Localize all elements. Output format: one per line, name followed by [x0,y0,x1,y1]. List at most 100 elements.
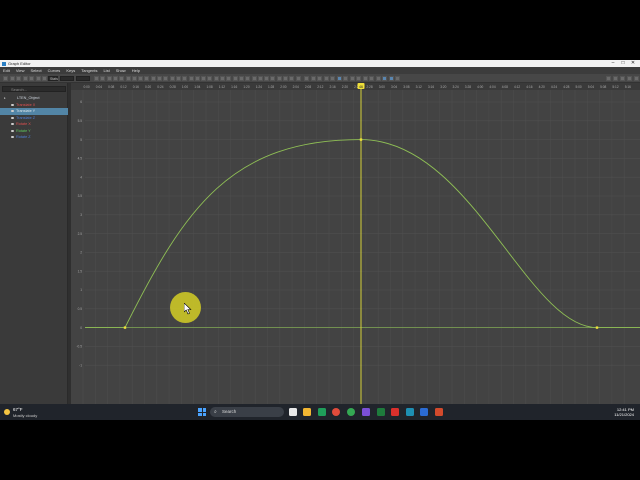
toolbar-button[interactable] [317,76,322,81]
toolbar-button[interactable] [106,76,112,81]
toolbar-button[interactable] [349,76,355,81]
file-explorer-icon[interactable] [303,408,311,416]
visibility-icon[interactable] [11,110,14,112]
toolbar-button[interactable] [42,76,47,81]
chrome-icon[interactable] [332,408,340,416]
toolbar-button[interactable] [634,76,639,81]
toolbar-button[interactable] [188,76,194,81]
toolbar-button[interactable] [169,76,175,81]
toolbar-button[interactable] [150,76,156,81]
toolbar-button[interactable] [112,76,118,81]
taskbar-search[interactable]: ⌕ Search [210,407,284,417]
menu-select[interactable]: Select [31,68,42,73]
toolbar-button[interactable] [175,76,181,81]
toolbar-button[interactable] [336,76,342,81]
toolbar-button[interactable] [220,76,225,81]
toolbar-button[interactable] [238,76,244,81]
toolbar-button[interactable] [163,76,169,81]
outliner-channel[interactable]: Rotate Z [0,134,68,141]
value-field[interactable] [60,76,74,81]
toolbar-button[interactable] [613,76,618,81]
menu-help[interactable]: Help [132,68,140,73]
menu-edit[interactable]: Edit [3,68,10,73]
close-icon[interactable]: ✕ [628,60,638,67]
windows-start-icon[interactable] [198,408,206,416]
system-clock[interactable]: 12:41 PM 11/21/2024 [614,407,634,417]
menu-curves[interactable]: Curves [48,68,61,73]
toolbar-button[interactable] [270,76,276,81]
toolbar-button[interactable] [157,76,162,81]
maximize-icon[interactable]: □ [618,60,628,67]
toolbar-button[interactable] [289,76,295,81]
word-icon[interactable] [420,408,428,416]
value-field[interactable] [76,76,90,81]
menu-list[interactable]: List [103,68,109,73]
toolbar-button[interactable] [276,76,282,81]
visibility-icon[interactable] [11,116,14,119]
toolbar-button[interactable] [138,76,144,81]
toolbar-button[interactable] [362,76,368,81]
toolbar-button[interactable] [125,76,131,81]
toolbar-button[interactable] [257,76,263,81]
toolbar-button[interactable] [226,76,232,81]
toolbar-button[interactable] [620,76,625,81]
toolbar-button[interactable] [207,76,213,81]
toolbar-button[interactable] [283,76,288,81]
toolbar-button[interactable] [9,76,15,81]
toolbar-button[interactable] [343,76,348,81]
visibility-icon[interactable] [11,123,14,125]
keyframe[interactable] [123,326,127,329]
keyframe[interactable] [359,138,363,141]
toolbar-button[interactable] [395,76,400,81]
toolbar-button[interactable] [606,76,611,81]
toolbar-button[interactable] [29,76,34,81]
toolbar-button[interactable] [388,76,394,81]
menu-keys[interactable]: Keys [66,68,75,73]
excel-icon[interactable] [377,408,385,416]
toolbar-button[interactable] [251,76,257,81]
acrobat-icon[interactable] [391,408,399,416]
toolbar-button[interactable] [3,76,8,81]
menu-tangents[interactable]: Tangents [81,68,97,73]
maya-icon[interactable] [406,408,414,416]
browser-icon[interactable] [347,408,355,416]
toolbar-button[interactable] [201,76,207,81]
powerpoint-icon[interactable] [435,408,443,416]
toolbar-button[interactable] [22,76,28,81]
toolbar-button[interactable] [194,76,200,81]
toolbar-button[interactable] [330,76,335,81]
menu-view[interactable]: View [16,68,25,73]
toolbar-button[interactable] [323,76,329,81]
minimize-icon[interactable]: – [608,60,618,67]
toolbar-button[interactable] [310,76,316,81]
toolbar-button[interactable] [375,76,381,81]
toolbar-button[interactable] [144,76,150,81]
task-view-icon[interactable] [289,408,297,416]
visibility-icon[interactable] [11,103,14,106]
toolbar-button[interactable] [295,76,301,81]
toolbar-button[interactable] [213,76,219,81]
visibility-icon[interactable] [11,136,14,138]
toolbar-button[interactable] [94,76,99,81]
menu-show[interactable]: Show [116,68,126,73]
toolbar-button[interactable] [304,76,309,81]
toolbar-button[interactable] [356,76,361,81]
toolbar-button[interactable] [264,76,270,81]
toolbar-button[interactable] [627,76,632,81]
toolbar-button[interactable] [100,76,106,81]
toolbar-button[interactable] [35,76,41,81]
toolbar-button[interactable] [369,76,374,81]
toolbar-button[interactable] [16,76,21,81]
curve-graph[interactable]: 0:00 0:04 0:08 0:12 0:16 0:20 0:24 0:28 1:00 1:04… [71,83,640,404]
outliner-search-input[interactable]: Search... [2,86,66,92]
teams-icon[interactable] [318,408,326,416]
toolbar-button[interactable] [119,76,125,81]
toolbar-button[interactable] [182,76,188,81]
app-icon[interactable] [362,408,370,416]
toolbar-button[interactable] [382,76,387,81]
graph-view[interactable]: 0:00 0:04 0:08 0:12 0:16 0:20 0:24 0:28 1:00 1:04… [71,83,640,404]
toolbar-button[interactable] [232,76,238,81]
keyframe[interactable] [595,326,599,329]
visibility-icon[interactable] [11,129,14,132]
toolbar-button[interactable] [245,76,251,81]
